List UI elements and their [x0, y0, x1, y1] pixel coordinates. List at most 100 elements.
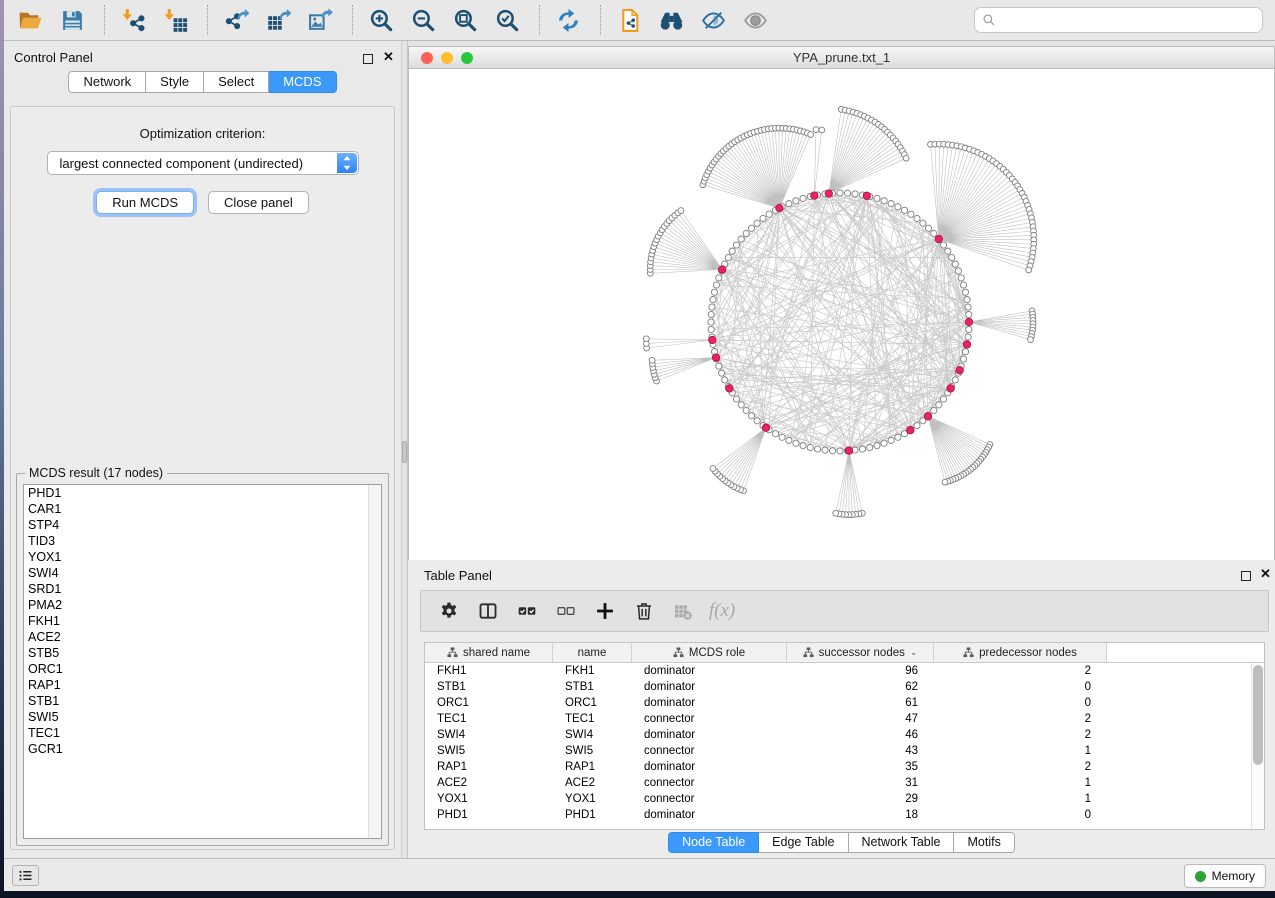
show-columns-icon[interactable] [476, 599, 500, 623]
tab-style[interactable]: Style [146, 71, 204, 93]
tab-mcds[interactable]: MCDS [269, 71, 336, 93]
cell-name[interactable]: PHD1 [553, 807, 632, 823]
trash-icon[interactable] [632, 599, 656, 623]
run-mcds-button[interactable]: Run MCDS [96, 191, 194, 214]
cell-shared-name[interactable]: SWI5 [425, 743, 553, 759]
export-table-icon[interactable] [264, 6, 292, 34]
tab-network-table[interactable]: Network Table [849, 832, 955, 853]
cell-successor-nodes[interactable]: 29 [787, 791, 934, 807]
cell-shared-name[interactable]: TEC1 [425, 711, 553, 727]
cell-successor-nodes[interactable]: 43 [787, 743, 934, 759]
save-icon[interactable] [58, 6, 86, 34]
cell-name[interactable]: FKH1 [553, 663, 632, 679]
import-network-icon[interactable] [119, 6, 147, 34]
mcds-result-list[interactable]: PHD1CAR1STP4TID3YOX1SWI4SRD1PMA2FKH1ACE2… [23, 484, 382, 839]
minimize-traffic-light-icon[interactable] [441, 52, 453, 64]
deselect-all-icon[interactable] [554, 599, 578, 623]
cell-successor-nodes[interactable]: 62 [787, 679, 934, 695]
optimization-criterion-dropdown[interactable]: largest connected component (undirected) [47, 151, 359, 175]
cell-MCDS-role[interactable]: dominator [632, 679, 787, 695]
cell-shared-name[interactable]: ORC1 [425, 695, 553, 711]
tab-edge-table[interactable]: Edge Table [759, 832, 848, 853]
mcds-result-item[interactable]: GCR1 [24, 741, 381, 757]
add-icon[interactable] [593, 599, 617, 623]
gear-icon[interactable] [437, 599, 461, 623]
cell-MCDS-role[interactable]: connector [632, 711, 787, 727]
column-header-MCDS-role[interactable]: MCDS role [632, 643, 787, 662]
tab-node-table[interactable]: Node Table [668, 832, 759, 853]
mcds-result-item[interactable]: RAP1 [24, 677, 381, 693]
cell-successor-nodes[interactable]: 31 [787, 775, 934, 791]
close-table-panel-icon[interactable]: ✕ [1260, 567, 1271, 580]
tab-select[interactable]: Select [204, 71, 269, 93]
cell-shared-name[interactable]: FKH1 [425, 663, 553, 679]
cell-predecessor-nodes[interactable]: 0 [934, 679, 1107, 695]
close-traffic-light-icon[interactable] [421, 52, 433, 64]
column-header-successor-nodes[interactable]: successor nodes⌄ [787, 643, 934, 662]
cell-name[interactable]: TEC1 [553, 711, 632, 727]
float-table-panel-icon[interactable] [1241, 571, 1251, 581]
memory-button[interactable]: Memory [1184, 864, 1266, 888]
mcds-result-item[interactable]: TEC1 [24, 725, 381, 741]
cell-shared-name[interactable]: STB1 [425, 679, 553, 695]
select-all-icon[interactable] [515, 599, 539, 623]
share-document-icon[interactable] [615, 6, 643, 34]
cell-successor-nodes[interactable]: 35 [787, 759, 934, 775]
tab-network[interactable]: Network [68, 71, 146, 93]
table-row[interactable]: STB1STB1dominator620 [425, 679, 1264, 695]
zoom-in-icon[interactable] [367, 6, 395, 34]
hide-details-eye-icon[interactable] [699, 6, 727, 34]
export-network-icon[interactable] [222, 6, 250, 34]
splitter-handle-icon[interactable] [402, 441, 407, 463]
column-header-predecessor-nodes[interactable]: predecessor nodes [934, 643, 1107, 662]
table-row[interactable]: FKH1FKH1dominator962 [425, 663, 1264, 679]
table-scrollbar-thumb[interactable] [1253, 665, 1263, 765]
cell-name[interactable]: YOX1 [553, 791, 632, 807]
cell-successor-nodes[interactable]: 46 [787, 727, 934, 743]
cell-successor-nodes[interactable]: 96 [787, 663, 934, 679]
table-row[interactable]: ORC1ORC1dominator610 [425, 695, 1264, 711]
close-panel-icon[interactable]: ✕ [383, 50, 394, 63]
cell-MCDS-role[interactable]: dominator [632, 663, 787, 679]
cell-predecessor-nodes[interactable]: 2 [934, 711, 1107, 727]
mcds-result-item[interactable]: FKH1 [24, 613, 381, 629]
cell-shared-name[interactable]: RAP1 [425, 759, 553, 775]
mcds-result-item[interactable]: SWI4 [24, 565, 381, 581]
open-folder-icon[interactable] [16, 6, 44, 34]
mcds-result-item[interactable]: SWI5 [24, 709, 381, 725]
cell-name[interactable]: SWI5 [553, 743, 632, 759]
table-row[interactable]: YOX1YOX1connector291 [425, 791, 1264, 807]
mcds-result-item[interactable]: SRD1 [24, 581, 381, 597]
search-input[interactable] [996, 10, 1262, 30]
mcds-result-item[interactable]: STP4 [24, 517, 381, 533]
cell-successor-nodes[interactable]: 47 [787, 711, 934, 727]
table-scrollbar[interactable] [1251, 663, 1264, 829]
mcds-result-scrollbar[interactable] [368, 485, 381, 838]
mcds-result-item[interactable]: CAR1 [24, 501, 381, 517]
table-row[interactable]: SWI4SWI4dominator462 [425, 727, 1264, 743]
column-header-shared-name[interactable]: shared name [425, 643, 553, 662]
network-graph[interactable] [409, 69, 1274, 560]
cell-name[interactable]: ACE2 [553, 775, 632, 791]
float-window-icon[interactable] [363, 54, 373, 64]
cell-name[interactable]: RAP1 [553, 759, 632, 775]
search-box[interactable] [974, 7, 1263, 33]
cell-successor-nodes[interactable]: 61 [787, 695, 934, 711]
zoom-selected-icon[interactable] [493, 6, 521, 34]
cell-predecessor-nodes[interactable]: 1 [934, 775, 1107, 791]
cell-predecessor-nodes[interactable]: 0 [934, 807, 1107, 823]
cell-predecessor-nodes[interactable]: 2 [934, 727, 1107, 743]
mcds-result-item[interactable]: STB1 [24, 693, 381, 709]
maximize-traffic-light-icon[interactable] [461, 52, 473, 64]
cell-MCDS-role[interactable]: dominator [632, 695, 787, 711]
table-row[interactable]: TEC1TEC1connector472 [425, 711, 1264, 727]
table-row[interactable]: ACE2ACE2connector311 [425, 775, 1264, 791]
close-panel-button[interactable]: Close panel [208, 191, 309, 214]
import-table-icon[interactable] [161, 6, 189, 34]
cell-MCDS-role[interactable]: connector [632, 791, 787, 807]
cell-MCDS-role[interactable]: dominator [632, 807, 787, 823]
cell-shared-name[interactable]: SWI4 [425, 727, 553, 743]
cell-predecessor-nodes[interactable]: 0 [934, 695, 1107, 711]
cell-MCDS-role[interactable]: dominator [632, 759, 787, 775]
network-canvas[interactable] [408, 69, 1275, 560]
